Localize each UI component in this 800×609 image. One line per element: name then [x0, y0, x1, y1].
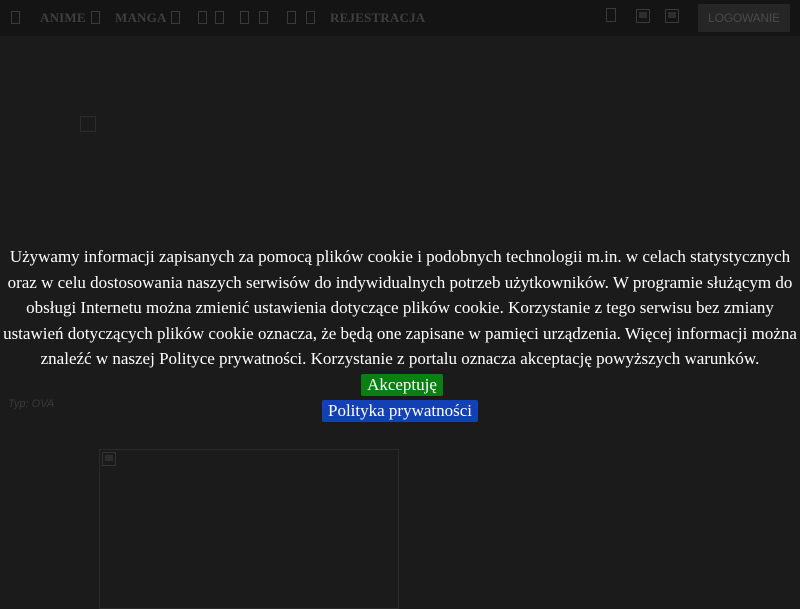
nav-icon-3[interactable] [240, 11, 249, 24]
login-button[interactable]: LOGOWANIE [698, 4, 790, 32]
menu-icon[interactable] [11, 11, 20, 24]
accept-cookies-button[interactable]: Akceptuję [361, 373, 443, 396]
nav-icon-4[interactable] [259, 11, 268, 24]
top-nav-bar: ANIME MANGA REJESTRACJA LOGOWANIE [0, 0, 800, 36]
flag-icon-2[interactable] [665, 9, 679, 23]
manga-dropdown-icon[interactable] [171, 11, 180, 24]
cookie-message: Używamy informacji zapisanych za pomocą … [3, 247, 797, 369]
nav-anime[interactable]: ANIME [40, 0, 86, 36]
nav-icon-6[interactable] [306, 11, 315, 24]
poster-image [80, 116, 96, 132]
nav-icon-5[interactable] [287, 11, 296, 24]
nav-icon-1[interactable] [198, 11, 207, 24]
card-image-frame[interactable] [99, 449, 399, 609]
card-image [102, 452, 116, 466]
nav-icon-2[interactable] [215, 11, 224, 24]
flag-icon-1[interactable] [636, 9, 650, 23]
search-icon[interactable] [606, 8, 616, 22]
cookie-banner: Używamy informacji zapisanych za pomocą … [0, 244, 800, 423]
privacy-policy-button[interactable]: Polityka prywatności [321, 399, 478, 422]
nav-register[interactable]: REJESTRACJA [330, 0, 425, 36]
anime-dropdown-icon[interactable] [91, 11, 100, 24]
nav-manga[interactable]: MANGA [115, 0, 167, 36]
